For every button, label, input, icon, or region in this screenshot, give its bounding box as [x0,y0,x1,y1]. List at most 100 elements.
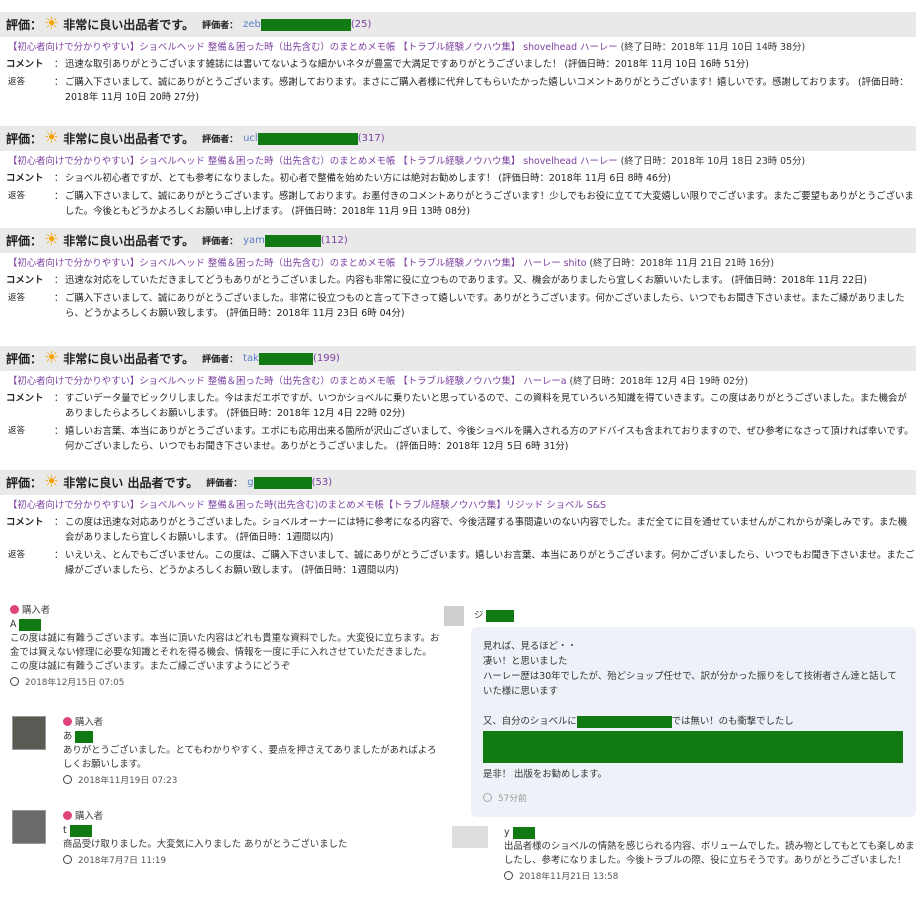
rating-label: 評価： [6,132,43,146]
colon: ： [54,550,64,561]
rating-label: 評価： [6,234,43,248]
rating-count[interactable]: (53) [312,477,333,488]
review-entry: 評価： ☀ 非常に良い出品者です。 評価者： yam (112) 【初心者向けで分かりやすい… [0,228,916,321]
item-link[interactable]: 【初心者向けで分かりやすい】ショベルヘッド 整備＆困った時（出先含む）のまとめメ… [8,156,618,167]
sun-icon: ☀ [44,348,60,368]
rater-link[interactable]: zeb [243,19,261,30]
rater-link[interactable]: ucl [243,133,258,144]
rater-label: 評価者： [202,135,239,145]
review-header: 評価： ☀ 非常に良い 出品者です。 評価者： g (53) [0,470,916,495]
comment-row: コメント ：迅速な対応をしていただきましてどうもありがとうございました。内容も非常… [0,273,916,288]
redacted-name [257,132,358,145]
clock-icon [483,793,492,802]
end-date: (終了日時：2018年 12月 4日 19時 02分) [569,376,749,387]
comment-text: ショベル初心者ですが、とても参考になりました。初心者で整備を始めたい方には絶対お… [65,173,671,184]
item-link[interactable]: 【初心者向けで分かりやすい】ショベルヘッド 整備＆困った時（出先含む）のまとめメ… [8,376,566,387]
rater-label: 評価者： [202,355,239,365]
buyer-message-1: 購入者 A この度は誠に有難うございます。本当に頂いた内容はどれも貴重な資料でし… [10,604,440,690]
colon: ： [54,517,64,528]
reply-row: 返答 ：ご購入下さいまして、誠にありがとうございます。感謝しております。お墨付きの… [0,189,916,219]
comment-text: 迅速な取引ありがとうございます雑誌には書いてないような細かいネタが豊富で大満足で… [65,59,749,70]
review-header: 評価： ☀ 非常に良い出品者です。 評価者： zeb (25) [0,12,916,37]
review-entry: 評価： ☀ 非常に良い出品者です。 評価者： tak (199) 【初心者向けで分かりやすい… [0,346,916,454]
item-link[interactable]: 【初心者向けで分かりやすい】ショベルヘッド 整備＆困った時(出先含む)のまとめメ… [8,500,606,511]
rating-count[interactable]: (317) [358,133,385,144]
rater-link[interactable]: yam [243,235,265,246]
reply-row: 返答 ：ご購入下さいまして、誠にありがとうございました。非常に役立つものと言って下… [0,291,916,321]
item-link-row: 【初心者向けで分かりやすい】ショベルヘッド 整備＆困った時(出先含む)のまとめメ… [0,499,916,512]
comment-row: コメント ：すごいデータ量でビックリしました。今はまだエボですが、いつかショベルに… [0,391,916,421]
reply-text: いえいえ、とんでもございません。この度は、ご購入下さいまして、誠にありがとうござ… [65,550,915,576]
review-header: 評価： ☀ 非常に良い出品者です。 評価者： ucl (317) [0,126,916,151]
rating-label: 評価： [6,18,43,32]
message-time: 57分前 [483,792,904,807]
avatar[interactable] [12,810,46,844]
review-header: 評価： ☀ 非常に良い出品者です。 評価者： tak (199) [0,346,916,371]
reply-label: 返答 [8,191,26,201]
item-link-row: 【初心者向けで分かりやすい】ショベルヘッド 整備＆困った時（出先含む）のまとめメ… [0,155,916,168]
buyer-tag: 購入者 [10,604,440,618]
rating-text: 非常に良い出品者です。 [63,234,195,248]
buyer-icon [63,811,72,820]
rater-label: 評価者： [202,237,239,247]
rater-label: 評価者： [206,479,243,489]
rater-label: 評価者： [202,21,239,31]
buyer-name: y [504,826,916,840]
rater-link[interactable]: tak [243,353,259,364]
buyer-tag: 購入者 [63,810,443,824]
reply-row: 返答 ：ご購入下さいまして、誠にありがとうございます。感謝しております。まさにご購… [0,75,916,105]
colon: ： [54,191,64,202]
comment-row: コメント ：ショベル初心者ですが、とても参考になりました。初心者で整備を始めたい方… [0,171,916,186]
buyer-icon [10,605,19,614]
rating-count[interactable]: (112) [321,235,348,246]
item-link[interactable]: 【初心者向けで分かりやすい】ショベルヘッド 整備＆困った時（出先含む）のまとめメ… [8,42,618,53]
reply-text: ご購入下さいまして、誠にありがとうございます。感謝しております。まさにご購入者様… [65,77,909,103]
review-entry: 評価： ☀ 非常に良い出品者です。 評価者： ucl (317) 【初心者向けで分かりやすい… [0,126,916,219]
review-entry: 評価： ☀ 非常に良い 出品者です。 評価者： g (53) 【初心者向けで分かりやすい】シ… [0,470,916,578]
redacted-name [258,352,313,365]
redacted-name [253,476,312,489]
message-text: ありがとうございました。とてもわかりやすく、要点を押さえてありましたがあればよろ… [63,745,437,770]
avatar[interactable] [12,716,46,750]
end-date: (終了日時：2018年 11月 10日 14時 38分) [620,42,806,53]
item-link[interactable]: 【初心者向けで分かりやすい】ショベルヘッド 整備＆困った時（出先含む）のまとめメ… [8,258,587,269]
message-text: 商品受け取りました。大変気に入りました ありがとうございました [63,839,348,850]
message-text: この度は誠に有難うございます。本当に頂いた内容はどれも貴重な資料でした。大変役に… [10,633,440,672]
redacted-name [69,824,92,837]
end-date: (終了日時：2018年 11月 21日 21時 16分) [589,258,775,269]
comment-label: コメント [6,173,44,184]
reply-row: 返答 ：いえいえ、とんでもございません。この度は、ご購入下さいまして、誠にありがと… [0,548,916,578]
buyer-message-2: 購入者 あ ありがとうございました。とてもわかりやすく、要点を押さえてありました… [63,716,443,788]
rating-text: 非常に良い 出品者です。 [63,476,199,490]
item-link-row: 【初心者向けで分かりやすい】ショベルヘッド 整備＆困った時（出先含む）のまとめメ… [0,41,916,54]
redacted-name [512,826,535,839]
buyer-tag: 購入者 [63,716,443,730]
comment-text: すごいデータ量でビックリしました。今はまだエボですが、いつかショベルに乗りたいと… [65,393,907,419]
buyer-name: A [10,618,440,632]
rating-count[interactable]: (199) [313,353,340,364]
clock-icon [63,855,72,864]
reply-text: ご購入下さいまして、誠にありがとうございます。感謝しております。お墨付きのコメン… [65,191,914,217]
comment-text: この度は迅速な対応ありがとうございました。ショベルオーナーには特に参考になる内容… [65,517,908,543]
redacted-name [75,730,94,743]
message-time: 2018年12月15日 07:05 [10,676,440,690]
message-time: 2018年7月7日 11:19 [63,854,443,868]
sun-icon: ☀ [44,472,60,492]
message-time: 2018年11月19日 07:23 [63,774,443,788]
avatar[interactable] [452,826,488,848]
reply-text: 嬉しいお言葉、本当にありがとうございます。エボにも応用出来る箇所が沢山ございまし… [65,426,914,452]
redacted-name [19,618,42,631]
rating-text: 非常に良い出品者です。 [63,132,195,146]
item-link-row: 【初心者向けで分かりやすい】ショベルヘッド 整備＆困った時（出先含む）のまとめメ… [0,375,916,388]
avatar[interactable] [444,606,464,626]
colon: ： [54,275,64,286]
redacted-name [486,609,515,622]
comment-row: コメント ：この度は迅速な対応ありがとうございました。ショベルオーナーには特に参考… [0,515,916,545]
reply-label: 返答 [8,293,26,303]
comment-row: コメント ：迅速な取引ありがとうございます雑誌には書いてないような細かいネタが豊富… [0,57,916,72]
rating-count[interactable]: (25) [351,19,372,30]
redacted-name [260,18,351,31]
rating-text: 非常に良い出品者です。 [63,352,195,366]
clock-icon [10,677,19,686]
sender-name: ジ [474,609,515,623]
